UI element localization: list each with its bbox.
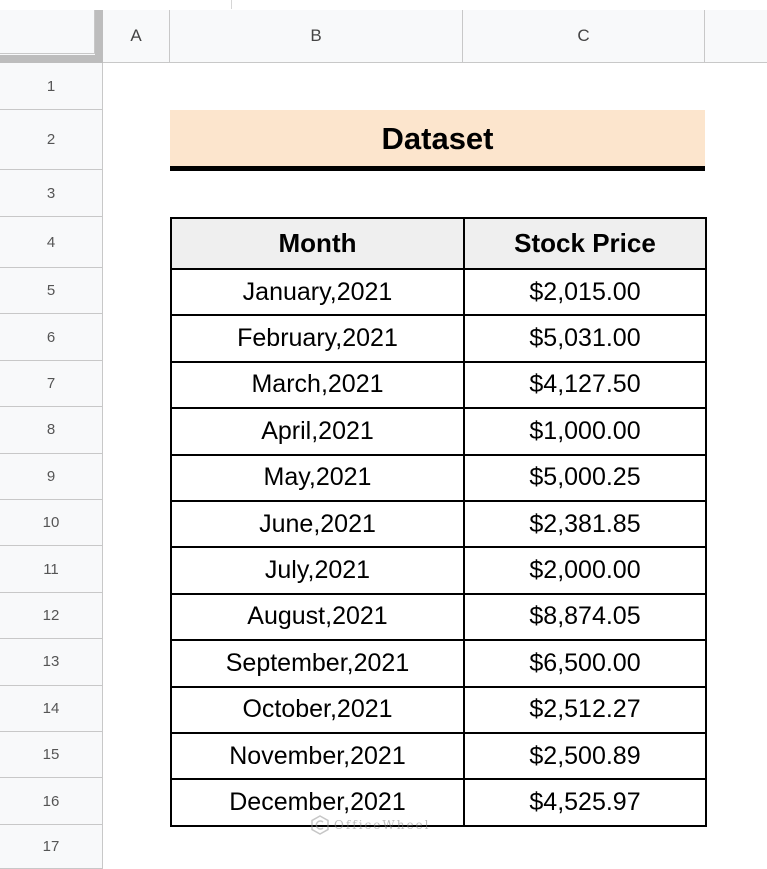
- table-row: June,2021 $2,381.85: [170, 499, 707, 549]
- stock-price-cell[interactable]: $2,015.00: [463, 267, 707, 317]
- row-header-11[interactable]: 11: [0, 546, 103, 593]
- month-cell[interactable]: June,2021: [170, 499, 465, 549]
- table-row: December,2021 $4,525.97: [170, 778, 707, 827]
- table-row: November,2021 $2,500.89: [170, 731, 707, 781]
- table-row: October,2021 $2,512.27: [170, 685, 707, 734]
- title-bottom-border: [170, 166, 705, 171]
- month-cell[interactable]: March,2021: [170, 360, 465, 410]
- row-header-8[interactable]: 8: [0, 407, 103, 454]
- month-cell[interactable]: October,2021: [170, 685, 465, 734]
- row-header-4[interactable]: 4: [0, 217, 103, 268]
- row-header-3[interactable]: 3: [0, 170, 103, 217]
- table-row: August,2021 $8,874.05: [170, 592, 707, 642]
- column-header-c[interactable]: C: [463, 10, 705, 63]
- stock-price-cell[interactable]: $6,500.00: [463, 639, 707, 688]
- stock-price-cell[interactable]: $1,000.00: [463, 407, 707, 456]
- row-header-9[interactable]: 9: [0, 453, 103, 500]
- stock-price-cell[interactable]: $5,031.00: [463, 314, 707, 363]
- stock-price-cell[interactable]: $4,525.97: [463, 778, 707, 827]
- stock-price-table: Month Stock Price January,2021 $2,015.00 F…: [170, 217, 707, 827]
- month-cell[interactable]: August,2021: [170, 592, 465, 642]
- select-all-box[interactable]: [0, 10, 95, 54]
- table-row: July,2021 $2,000.00: [170, 546, 707, 595]
- table-header-row: Month Stock Price: [170, 217, 707, 270]
- row-header-16[interactable]: 16: [0, 778, 103, 825]
- table-row: April,2021 $1,000.00: [170, 407, 707, 456]
- row-header-1[interactable]: 1: [0, 63, 103, 110]
- row-header-15[interactable]: 15: [0, 732, 103, 779]
- month-cell[interactable]: February,2021: [170, 314, 465, 363]
- header-stock-price[interactable]: Stock Price: [463, 217, 707, 270]
- dataset-title[interactable]: Dataset: [170, 110, 705, 167]
- month-cell[interactable]: January,2021: [170, 267, 465, 317]
- stock-price-cell[interactable]: $5,000.25: [463, 453, 707, 502]
- stock-price-cell[interactable]: $8,874.05: [463, 592, 707, 642]
- row-header-13[interactable]: 13: [0, 639, 103, 686]
- toolbar-divider: [231, 0, 232, 9]
- month-cell[interactable]: July,2021: [170, 546, 465, 595]
- stock-price-cell[interactable]: $2,512.27: [463, 685, 707, 734]
- row-header-5[interactable]: 5: [0, 268, 103, 315]
- stock-price-cell[interactable]: $4,127.50: [463, 360, 707, 410]
- row-header-17[interactable]: 17: [0, 824, 103, 869]
- freeze-row-handle[interactable]: [0, 55, 103, 63]
- month-cell[interactable]: September,2021: [170, 639, 465, 688]
- column-header-d[interactable]: [705, 10, 767, 63]
- watermark: OfficeWheel: [310, 815, 430, 835]
- month-cell[interactable]: April,2021: [170, 407, 465, 456]
- row-header-12[interactable]: 12: [0, 592, 103, 640]
- stock-price-cell[interactable]: $2,381.85: [463, 499, 707, 549]
- row-header-2[interactable]: 2: [0, 110, 103, 170]
- table-row: January,2021 $2,015.00: [170, 267, 707, 317]
- row-header-10[interactable]: 10: [0, 500, 103, 547]
- month-cell[interactable]: November,2021: [170, 731, 465, 781]
- table-row: May,2021 $5,000.25: [170, 453, 707, 502]
- header-month[interactable]: Month: [170, 217, 465, 270]
- stock-price-cell[interactable]: $2,000.00: [463, 546, 707, 595]
- row-header-14[interactable]: 14: [0, 685, 103, 732]
- row-header-7[interactable]: 7: [0, 360, 103, 408]
- month-cell[interactable]: May,2021: [170, 453, 465, 502]
- officewheel-logo-icon: [311, 815, 329, 835]
- column-header-a[interactable]: A: [103, 10, 170, 63]
- column-header-b[interactable]: B: [170, 10, 463, 63]
- stock-price-cell[interactable]: $2,500.89: [463, 731, 707, 781]
- table-row: March,2021 $4,127.50: [170, 360, 707, 410]
- row-header-6[interactable]: 6: [0, 314, 103, 361]
- table-row: February,2021 $5,031.00: [170, 314, 707, 363]
- table-row: September,2021 $6,500.00: [170, 639, 707, 688]
- watermark-text: OfficeWheel: [334, 818, 431, 832]
